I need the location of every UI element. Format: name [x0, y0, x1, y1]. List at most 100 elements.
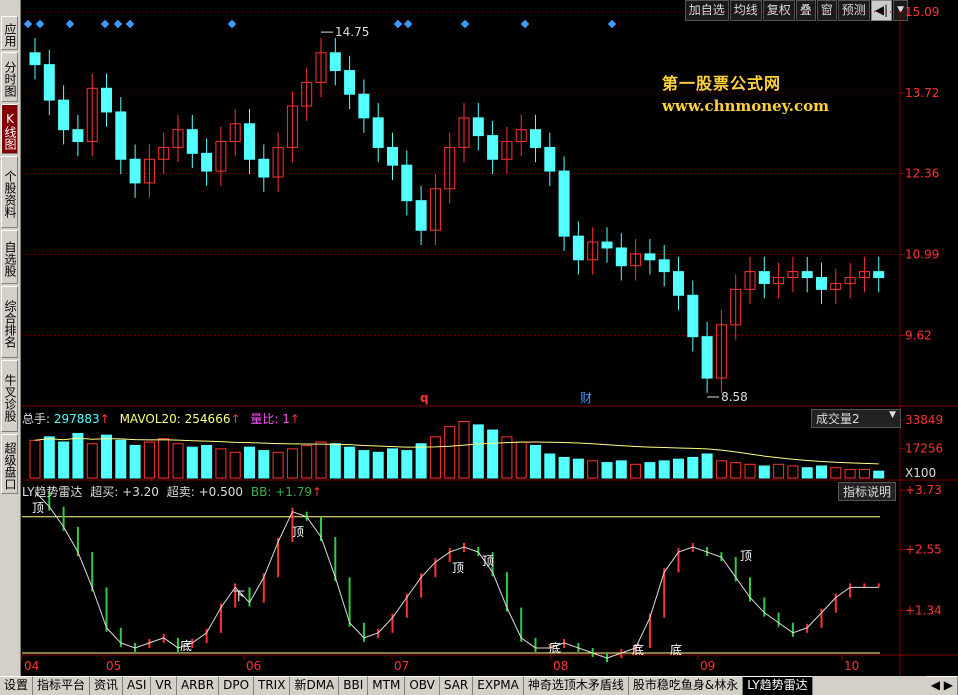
- volume-axis-label: 33849: [905, 413, 943, 427]
- indicator-signal-label: 顶: [740, 549, 752, 563]
- event-marker-finance: 财: [580, 391, 592, 405]
- volume-bar: [630, 463, 642, 479]
- candle-body: [673, 271, 685, 296]
- up-arrow-icon: ↑: [99, 412, 110, 426]
- volume-ratio-value: 1: [282, 412, 290, 426]
- volume-bar: [415, 443, 427, 479]
- candle-body: [816, 277, 828, 290]
- volume-indicator-name: 成交量2: [816, 412, 860, 426]
- candle-body: [101, 87, 113, 113]
- indicator-signal-label: 底: [180, 638, 192, 653]
- candle-body: [258, 158, 270, 178]
- bottom-tab-1[interactable]: 指标平台: [33, 676, 91, 695]
- volume-bar: [687, 456, 699, 479]
- event-marker-q: q: [420, 391, 429, 405]
- volume-bar: [744, 463, 756, 479]
- bottom-tab-7[interactable]: TRIX: [254, 676, 291, 695]
- bottom-tab-5[interactable]: ARBR: [176, 676, 220, 695]
- volume-indicator-dropdown[interactable]: 成交量2 ▼: [811, 409, 901, 428]
- indicator-signal-label: 底: [549, 640, 561, 655]
- volume-bar: [730, 462, 742, 479]
- event-diamond-icon: [227, 19, 237, 29]
- volume-bar: [129, 444, 141, 479]
- volume-bar: [272, 451, 284, 479]
- oversell-value: +0.500: [198, 485, 244, 499]
- candle-body: [244, 123, 256, 160]
- bottom-tab-4[interactable]: VR: [151, 676, 177, 695]
- bottom-tab-2[interactable]: 资讯: [90, 676, 124, 695]
- volume-bar: [601, 462, 613, 479]
- bottom-tab-3[interactable]: ASI: [123, 676, 152, 695]
- candle-body: [43, 64, 55, 101]
- bottom-tab-0[interactable]: 设置: [0, 676, 34, 695]
- bottom-tab-16[interactable]: LY趋势雷达: [743, 676, 813, 695]
- bottom-tab-11[interactable]: OBV: [405, 676, 440, 695]
- bottom-tab-12[interactable]: SAR: [439, 676, 474, 695]
- volume-bar: [558, 456, 570, 479]
- candle-body: [701, 336, 713, 379]
- volume-bar: [715, 460, 727, 479]
- event-diamond-icon: [460, 19, 470, 29]
- candle-body: [601, 241, 613, 249]
- volume-bar: [858, 468, 870, 479]
- date-axis-label: 08: [553, 659, 568, 673]
- bottom-tab-10[interactable]: MTM: [368, 676, 406, 695]
- candle-body: [801, 271, 813, 279]
- volume-bar: [186, 446, 198, 479]
- price-axis-label: 15.09: [905, 5, 939, 19]
- volume-bar: [72, 432, 84, 479]
- watermark-url: www.chnmoney.com: [662, 97, 829, 115]
- tab-scroll-icon[interactable]: ◀ ▶: [926, 676, 958, 695]
- date-axis-label: 09: [700, 659, 715, 673]
- up-arrow-icon: ↑: [230, 412, 241, 426]
- candle-body: [530, 129, 542, 148]
- volume-bar: [172, 443, 184, 479]
- date-axis-label: 10: [844, 659, 859, 673]
- candle-body: [472, 117, 484, 137]
- indicator-signal-label: 顶: [292, 525, 304, 539]
- candle-body: [29, 52, 41, 66]
- candle-body: [615, 247, 627, 267]
- price-low-label: 8.58: [721, 390, 748, 404]
- candle-body: [401, 164, 413, 202]
- volume-bar: [830, 467, 842, 479]
- event-diamond-icon: [65, 19, 75, 29]
- volume-bar: [787, 465, 799, 479]
- date-axis-label: 05: [106, 659, 121, 673]
- indicator-explain-button[interactable]: 指标说明: [838, 482, 897, 501]
- bottom-tab-15[interactable]: 股市稳吃鱼身&林永: [628, 676, 744, 695]
- volume-bar: [472, 424, 484, 479]
- volume-bar: [229, 451, 241, 479]
- volume-bar: [58, 441, 70, 479]
- volume-bar: [515, 441, 527, 479]
- volume-bar: [201, 444, 213, 479]
- bottom-tab-13[interactable]: EXPMA: [473, 676, 524, 695]
- candle-body: [72, 129, 84, 143]
- event-diamond-icon: [100, 19, 110, 29]
- candle-body: [129, 158, 141, 184]
- price-axis-label: 9.62: [905, 328, 932, 342]
- volume-bar: [158, 438, 170, 479]
- volume-bar: [429, 436, 441, 479]
- volume-axis-label: 17256: [905, 441, 943, 455]
- event-diamond-icon: [520, 19, 530, 29]
- event-diamond-icon: [607, 19, 617, 29]
- bottom-tab-8[interactable]: 新DMA: [290, 676, 340, 695]
- volume-bar: [844, 468, 856, 479]
- volume-bar: [758, 465, 770, 479]
- indicator-signal-label: 顶: [452, 561, 464, 575]
- mavol-value: 254666: [184, 412, 231, 426]
- volume-bar: [143, 441, 155, 479]
- candle-body: [329, 52, 341, 72]
- volume-total-label: 总手:: [22, 412, 51, 426]
- bottom-tab-6[interactable]: DPO: [219, 676, 255, 695]
- volume-bar: [86, 443, 98, 479]
- event-diamond-icon: [125, 19, 135, 29]
- volume-bar: [215, 448, 227, 479]
- bottom-tab-14[interactable]: 神奇选顶木矛盾线: [523, 676, 629, 695]
- overbuy-label: 超买:: [90, 485, 119, 499]
- volume-bar: [115, 439, 127, 479]
- bottom-tab-9[interactable]: BBI: [339, 676, 369, 695]
- volume-bar: [773, 463, 785, 479]
- date-axis-label: 07: [394, 659, 409, 673]
